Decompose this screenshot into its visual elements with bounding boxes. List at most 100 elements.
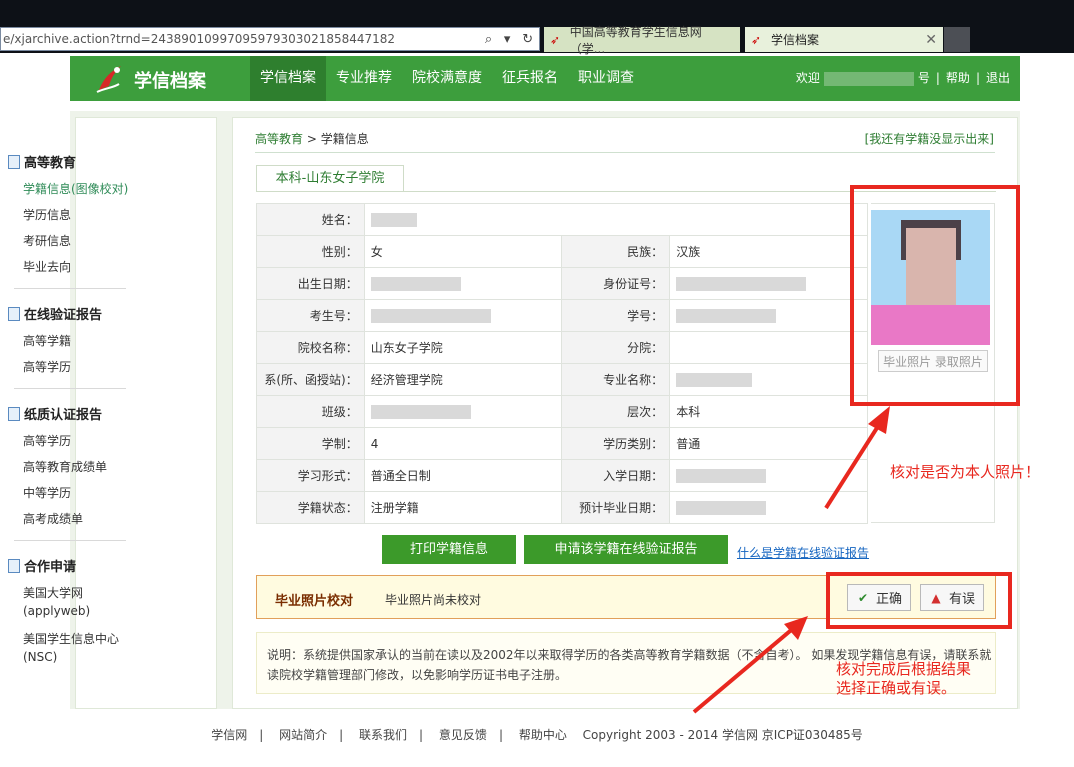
logout-link[interactable]: 退出 (986, 56, 1010, 101)
browser-tab-chsi[interactable]: ➶ 中国高等教育学生信息网（学... (544, 25, 740, 56)
sidebar-item-paper-xueli[interactable]: 高等学历 (23, 432, 71, 449)
address-bar[interactable]: e/xjarchive.action?trnd=2438901099709597… (0, 27, 540, 51)
nav-item-satisfaction[interactable]: 院校满意度 (402, 56, 492, 101)
nav-item-enlist[interactable]: 征兵报名 (492, 56, 568, 101)
student-info-table: 姓名： 性别： 女 民族： 汉族 出生日期： 身份证号： 考生号： 学号： 院校… (256, 203, 869, 524)
section-title: 合作申请 (24, 560, 77, 575)
sidebar-section-cooperation: 合作申请 (8, 556, 76, 575)
annotation-choose-line1: 核对完成后根据结果 (836, 660, 972, 678)
new-tab-button[interactable] (944, 27, 970, 52)
nav-item-survey[interactable]: 职业调查 (568, 56, 644, 101)
footer-link-feedback[interactable]: 意见反馈 (439, 728, 487, 742)
footer-link-help[interactable]: 帮助中心 (519, 728, 567, 742)
tab-title: 中国高等教育学生信息网（学... (569, 24, 702, 56)
help-link[interactable]: 帮助 (946, 56, 970, 101)
browser-tab-xjda[interactable]: ➶ 学信档案 ✕ (745, 27, 943, 52)
sidebar-item-kaoyan[interactable]: 考研信息 (23, 232, 71, 249)
redacted-value (370, 276, 461, 291)
label-id: 身份证号： (561, 267, 671, 300)
sidebar-divider (14, 288, 126, 289)
sidebar-item-xueli[interactable]: 学历信息 (23, 206, 71, 223)
section-title: 高等教育 (24, 156, 77, 171)
tab-school[interactable]: 本科-山东女子学院 (256, 165, 404, 192)
tab-title: 学信档案 (771, 33, 820, 47)
welcome-suffix: 号 (917, 71, 930, 85)
sidebar-item-nsc[interactable]: 美国学生信息中心 (23, 630, 119, 647)
label-level: 层次： (561, 395, 671, 428)
label-exam-no: 考生号： (256, 299, 365, 332)
sidebar-divider (14, 388, 126, 389)
sidebar-item-online-xueji[interactable]: 高等学籍 (23, 332, 71, 349)
redacted-value (370, 308, 491, 323)
breadcrumb-higher-ed[interactable]: 高等教育 (255, 132, 303, 146)
value-branch (669, 331, 868, 364)
sidebar-section-online-report: 在线验证报告 (8, 304, 102, 323)
document-icon (8, 406, 20, 421)
url-text[interactable]: e/xjarchive.action?trnd=2438901099709597… (3, 32, 479, 46)
label-form: 学习形式： (256, 459, 365, 492)
footer-link-contact[interactable]: 联系我们 (359, 728, 407, 742)
missing-record-link[interactable]: [我还有学籍没显示出来] (865, 130, 994, 147)
table-row: 姓名： (256, 203, 869, 236)
refresh-icon[interactable]: ↻ (522, 32, 533, 47)
dropdown-icon[interactable]: ▾ (504, 32, 511, 47)
value-category: 普通 (669, 427, 868, 460)
footer-link-xuexin[interactable]: 学信网 (211, 728, 247, 742)
sidebar-item-paper-transcript[interactable]: 高等教育成绩单 (23, 458, 107, 475)
label-birth: 出生日期： (256, 267, 365, 300)
nav-item-major[interactable]: 专业推荐 (326, 56, 402, 101)
nav-item-xjda[interactable]: 学信档案 (250, 56, 326, 101)
sidebar-section-higher-ed: 高等教育 (8, 152, 76, 171)
what-is-report-link[interactable]: 什么是学籍在线验证报告 (737, 544, 869, 561)
value-name (363, 203, 869, 236)
annotation-box-buttons (826, 572, 1012, 629)
sidebar-divider (14, 540, 126, 541)
annotation-choose-line2: 选择正确或有误。 (836, 679, 957, 697)
label-grad: 预计毕业日期： (561, 491, 671, 524)
sidebar-item-online-xueli[interactable]: 高等学历 (23, 358, 71, 375)
label-gender: 性别： (256, 235, 365, 268)
value-major (669, 363, 868, 396)
sidebar-item-xueji[interactable]: 学籍信息(图像校对) (23, 180, 128, 197)
table-row: 考生号： 学号： (256, 299, 868, 332)
label-category: 学历类别： (561, 427, 671, 460)
label-dept: 系(所、函授站)： (256, 363, 365, 396)
table-row: 学习形式： 普通全日制 入学日期： (256, 459, 868, 492)
separator: | (419, 728, 424, 742)
document-icon (8, 558, 20, 573)
document-icon (8, 154, 20, 169)
print-record-button[interactable]: 打印学籍信息 (382, 535, 516, 564)
footer-link-about[interactable]: 网站简介 (279, 728, 327, 742)
welcome-text: 欢迎 (795, 71, 820, 85)
verify-title: 毕业照片校对 (275, 594, 354, 609)
search-icon[interactable]: ⌕ (485, 32, 492, 47)
label-student-no: 学号： (561, 299, 671, 332)
label-ethnicity: 民族： (561, 235, 671, 268)
separator: | (975, 71, 980, 85)
redacted-value (676, 468, 767, 483)
table-row: 性别： 女 民族： 汉族 (256, 235, 868, 268)
sidebar-item-quxiang[interactable]: 毕业去向 (23, 258, 71, 275)
table-row: 班级： 层次： 本科 (256, 395, 868, 428)
label-name: 姓名： (256, 203, 365, 236)
label-class: 班级： (256, 395, 365, 428)
document-icon (8, 306, 20, 321)
sidebar-item-nsc-sub[interactable]: (NSC) (23, 650, 57, 664)
value-enroll (669, 459, 868, 492)
sidebar-item-paper-secondary[interactable]: 中等学历 (23, 484, 71, 501)
value-grad (669, 491, 868, 524)
apply-report-button[interactable]: 申请该学籍在线验证报告 (524, 535, 728, 564)
logo-icon (96, 66, 121, 93)
footer: 学信网 | 网站简介 | 联系我们 | 意见反馈 | 帮助中心 Copyright 20… (0, 726, 1074, 743)
value-class (363, 395, 563, 428)
close-tab-icon[interactable]: ✕ (925, 32, 937, 48)
brand-title: 学信档案 (134, 71, 206, 92)
value-ethnicity: 汉族 (669, 235, 868, 268)
separator: | (339, 728, 344, 742)
sidebar-item-applyweb[interactable]: 美国大学网 (23, 584, 83, 601)
redacted-value (676, 372, 753, 387)
sidebar-item-paper-gaokao[interactable]: 高考成绩单 (23, 510, 83, 527)
sidebar-item-applyweb-sub[interactable]: (applyweb) (23, 604, 90, 618)
redacted-value (676, 500, 767, 515)
value-birth (363, 267, 563, 300)
